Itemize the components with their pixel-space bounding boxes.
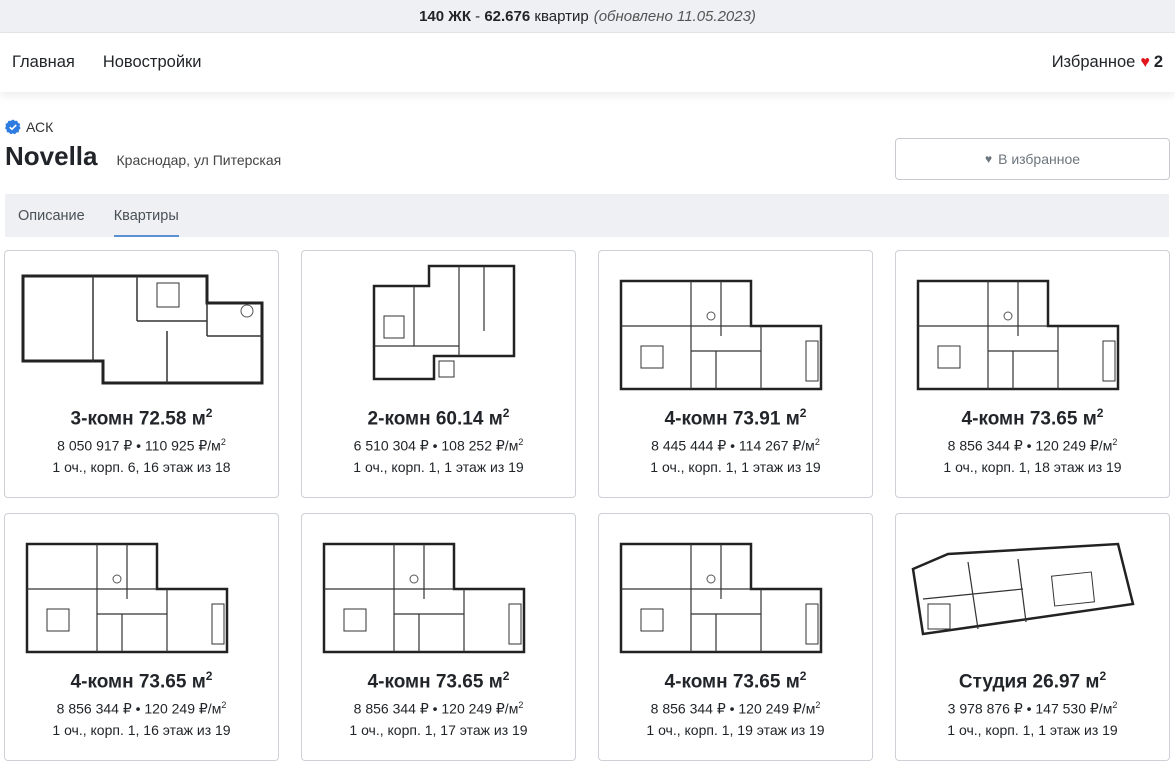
add-to-favorites-label: В избранное [998, 151, 1081, 167]
apartment-title: 4-комн 73.65 м2 [70, 669, 213, 693]
apartment-price: 8 445 444 ₽ • 114 267 ₽/м2 [651, 437, 820, 454]
apartment-title: 4-комн 73.65 м2 [961, 406, 1104, 430]
jk-label: ЖК [448, 7, 471, 25]
apartment-title: Студия 26.97 м2 [958, 669, 1107, 693]
complex-header: АСК Novella Краснодар, ул Питерская ♥ В … [0, 92, 1175, 196]
floor-plan-image [322, 542, 526, 654]
floor-plan-image [911, 542, 1135, 636]
flats-label: квартир [534, 7, 589, 25]
tab-apartments[interactable]: Квартиры [113, 194, 179, 237]
apartment-price: 8 050 917 ₽ • 110 925 ₽/м2 [57, 437, 226, 454]
nav-home-link[interactable]: Главная [12, 53, 75, 72]
apartment-info: 1 оч., корп. 1, 1 этаж из 19 [650, 459, 821, 475]
floor-plan-image [21, 270, 266, 387]
apartment-price: 8 856 344 ₽ • 120 249 ₽/м2 [56, 700, 227, 717]
apartment-title: 2-комн 60.14 м2 [367, 406, 510, 430]
apartment-price: 8 856 344 ₽ • 120 249 ₽/м2 [947, 437, 1118, 454]
apartment-price: 8 856 344 ₽ • 120 249 ₽/м2 [650, 700, 821, 717]
jk-count: 140 [419, 7, 445, 25]
flats-count: 62.676 [484, 7, 531, 25]
apartment-info: 1 оч., корп. 6, 16 этаж из 18 [52, 459, 231, 475]
heart-icon: ♥ [984, 152, 993, 166]
favorites-count: 2 [1153, 53, 1163, 71]
apartment-card[interactable]: Студия 26.97 м2 3 978 876 ₽ • 147 530 ₽/м… [895, 513, 1170, 761]
apartment-price: 3 978 876 ₽ • 147 530 ₽/м2 [947, 700, 1118, 717]
complex-title: Novella [5, 141, 98, 171]
favorites-link[interactable]: Избранное ♥ 2 [1052, 53, 1163, 72]
floor-plan-image [372, 264, 516, 381]
apartment-title: 3-комн 72.58 м2 [70, 406, 213, 430]
apartment-title: 4-комн 73.65 м2 [664, 669, 807, 693]
navbar: Главная Новостройки Избранное ♥ 2 [0, 33, 1175, 92]
verified-badge-icon [5, 119, 21, 135]
floor-plan-image [619, 279, 823, 391]
nav-new-buildings-link[interactable]: Новостройки [103, 53, 202, 72]
developer[interactable]: АСК [5, 119, 1170, 135]
apartment-card[interactable]: 4-комн 73.91 м2 8 445 444 ₽ • 114 267 ₽/м… [598, 250, 873, 498]
apartment-info: 1 оч., корп. 1, 19 этаж из 19 [646, 722, 825, 738]
tab-description[interactable]: Описание [18, 194, 85, 237]
floor-plan-image [619, 542, 823, 654]
add-to-favorites-button[interactable]: ♥ В избранное [895, 138, 1170, 180]
apartment-info: 1 оч., корп. 1, 16 этаж из 19 [52, 722, 231, 738]
favorites-label: Избранное [1051, 53, 1136, 71]
apartment-info: 1 оч., корп. 1, 17 этаж из 19 [349, 722, 528, 738]
apartment-price: 6 510 304 ₽ • 108 252 ₽/м2 [353, 437, 524, 454]
developer-name: АСК [26, 119, 54, 135]
apartment-card[interactable]: 4-комн 73.65 м2 8 856 344 ₽ • 120 249 ₽/м… [895, 250, 1170, 498]
apartment-info: 1 оч., корп. 1, 1 этаж из 19 [353, 459, 524, 475]
complex-address: Краснодар, ул Питерская [116, 152, 282, 168]
summary-bar: 140 ЖК - 62.676 квартир (обновлено 11.05… [0, 0, 1175, 33]
apartment-info: 1 оч., корп. 1, 18 этаж из 19 [943, 459, 1122, 475]
floor-plan-image [25, 542, 229, 654]
apartment-card[interactable]: 4-комн 73.65 м2 8 856 344 ₽ • 120 249 ₽/м… [301, 513, 576, 761]
apartment-title: 4-комн 73.65 м2 [367, 669, 510, 693]
heart-icon: ♥ [1140, 53, 1150, 71]
apartment-info: 1 оч., корп. 1, 1 этаж из 19 [947, 722, 1118, 738]
floor-plan-image [916, 279, 1120, 391]
apartment-title: 4-комн 73.91 м2 [664, 406, 807, 430]
apartment-card[interactable]: 4-комн 73.65 м2 8 856 344 ₽ • 120 249 ₽/м… [598, 513, 873, 761]
apartment-card[interactable]: 3-комн 72.58 м2 8 050 917 ₽ • 110 925 ₽/м… [4, 250, 279, 498]
updated-date: (обновлено 11.05.2023) [593, 7, 756, 25]
apartment-card[interactable]: 4-комн 73.65 м2 8 856 344 ₽ • 120 249 ₽/м… [4, 513, 279, 761]
apartment-price: 8 856 344 ₽ • 120 249 ₽/м2 [353, 700, 524, 717]
tabs-bar: Описание Квартиры [5, 194, 1169, 237]
apartment-card[interactable]: 2-комн 60.14 м2 6 510 304 ₽ • 108 252 ₽/м… [301, 250, 576, 498]
separator: - [475, 7, 481, 25]
